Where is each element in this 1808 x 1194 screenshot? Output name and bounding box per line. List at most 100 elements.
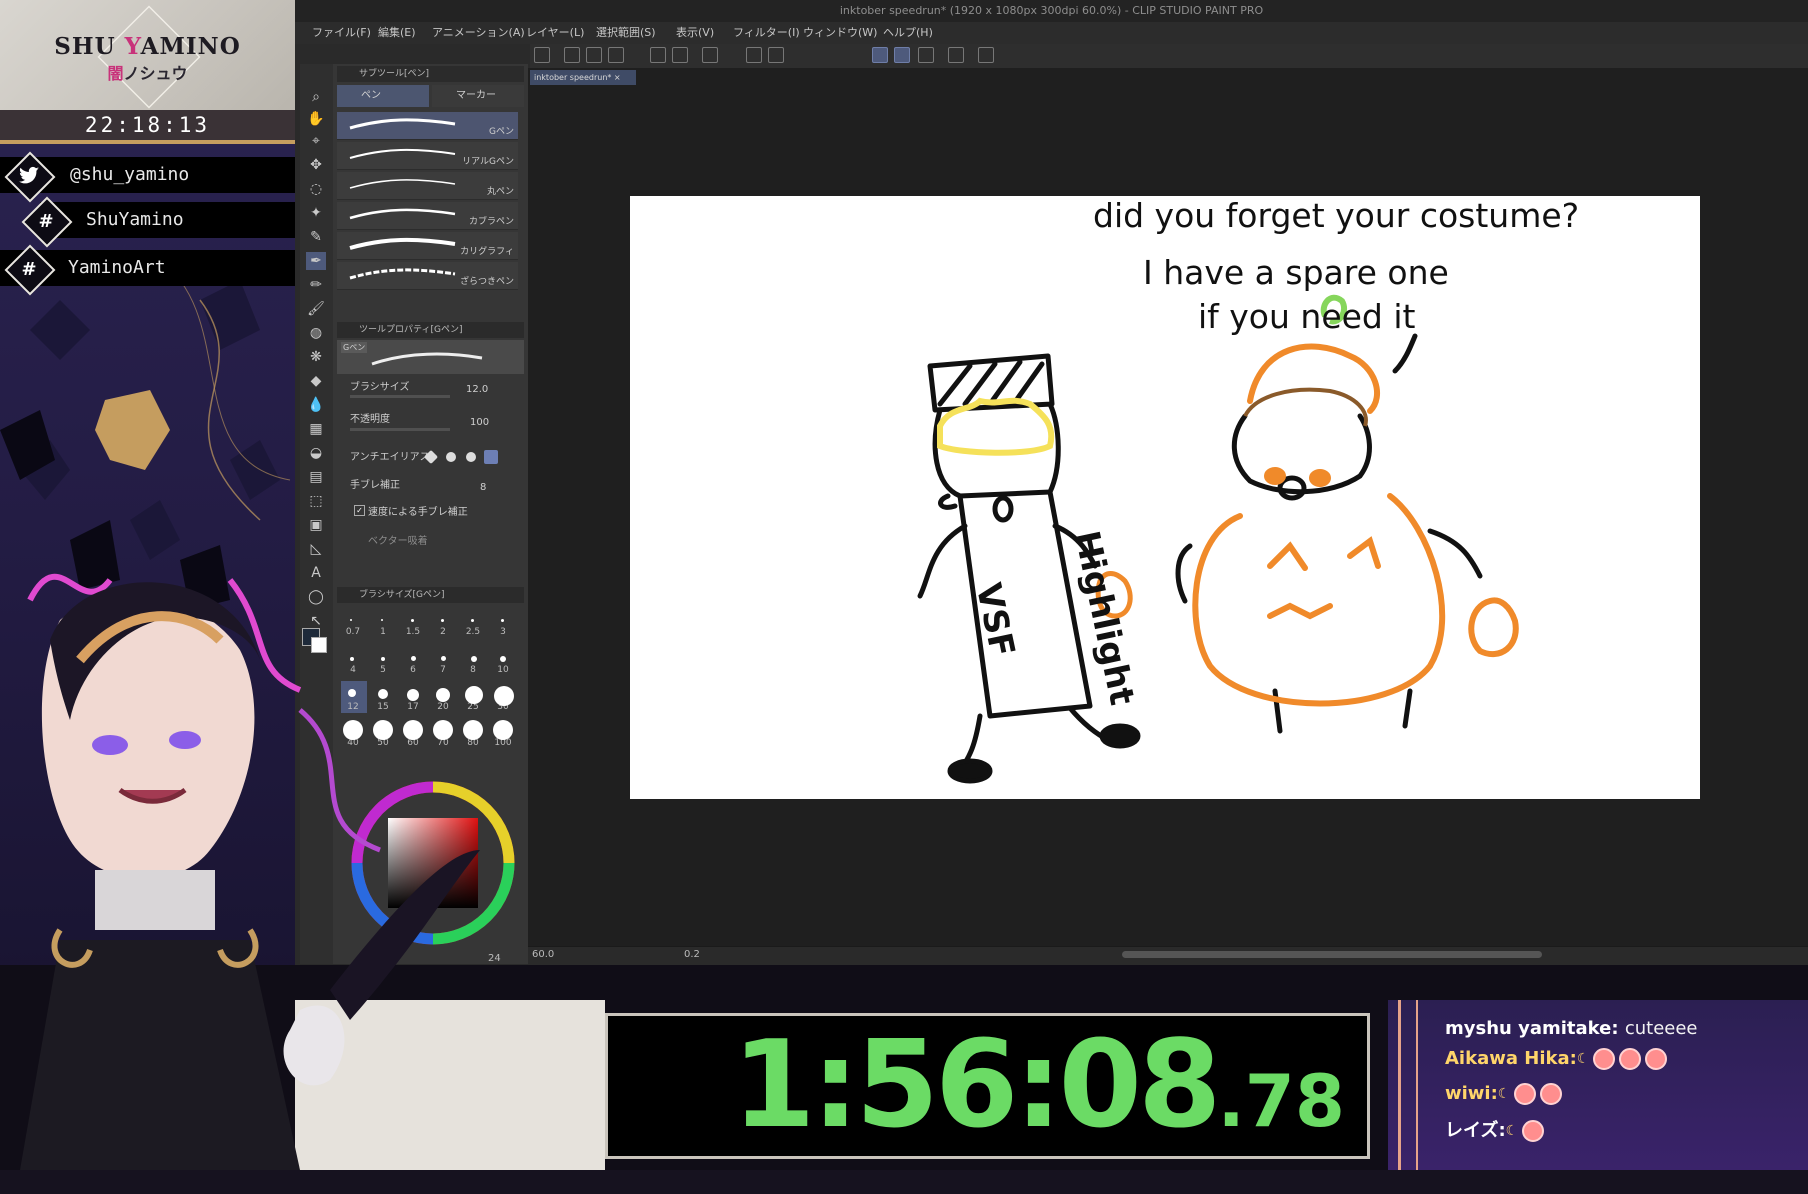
brush-stroke-preview [349,148,456,159]
antialias-selector[interactable] [423,449,506,465]
hand-icon[interactable]: ✋ [306,110,326,128]
moon-badge-icon: ☾ [1497,1086,1511,1102]
menu-edit[interactable]: 編集(E) [378,22,416,44]
property-label-brush-size: ブラシサイズ [350,382,410,393]
blend-icon[interactable]: 💧 [306,396,326,414]
save-icon[interactable] [608,47,624,63]
undo-icon[interactable] [650,47,666,63]
redo-icon[interactable] [672,47,688,63]
zoom-icon[interactable]: ⌕ [306,88,326,106]
tool-property-header: ツールプロパティ[Gペン] [337,322,524,338]
menu-selection[interactable]: 選択範囲(S) [596,22,656,44]
menu-animation[interactable]: アニメーション(A) [432,22,525,44]
peach-emote-icon [1645,1048,1668,1070]
speech-line-3: if you need it [1198,297,1416,336]
peach-emote-icon [1522,1120,1545,1142]
snap-grid-icon[interactable] [894,47,910,63]
bucket-icon[interactable]: ◒ [306,444,326,462]
pencil-icon[interactable]: ✏ [306,276,326,294]
object-icon[interactable]: ⌖ [306,132,326,150]
menu-help[interactable]: ヘルプ(H) [883,22,933,44]
timer-readout: 1:56:08.78 [605,1013,1345,1159]
property-label-antialias: アンチエイリアス [350,452,430,463]
menu-file[interactable]: ファイル(F) [312,22,371,44]
clock-accent-line [0,140,295,144]
brush-real-g-pen[interactable]: リアルGペン [337,142,518,170]
property-label-stabilization: 手ブレ補正 [350,480,400,491]
timer-main: 1:56:08 [731,1016,1221,1155]
fill-tool-icon[interactable]: ▦ [306,420,326,438]
transform-icon[interactable] [768,47,784,63]
peach-emote-icon [1619,1048,1642,1070]
snap-ruler-icon[interactable] [872,47,888,63]
brush-rough-pen[interactable]: ざらつきペン [337,262,518,290]
fill-icon[interactable] [746,47,762,63]
eraser-icon[interactable]: ◆ [306,372,326,390]
subtool-header: サブツール[ペン] [337,66,524,82]
command-bar [530,44,1808,69]
property-value-opacity[interactable]: 100 [470,417,489,428]
horizontal-scrollbar[interactable] [1122,951,1542,958]
social-hashtag-yaminoart: YaminoArt [68,257,166,278]
document-tab[interactable]: inktober speedrun* × [530,70,636,85]
chat-message: wiwi:☾ [1445,1083,1563,1105]
twitter-bird-icon [19,166,39,184]
brush-round-pen[interactable]: 丸ペン [337,172,518,200]
brush-stroke-preview [349,179,456,189]
chat-message: myshu yamitake: cuteeee [1445,1018,1698,1039]
zoom-readout[interactable]: 60.0 [532,946,554,964]
tab-marker[interactable]: マーカー [432,85,524,107]
peach-emote-icon [1593,1048,1616,1070]
menu-layer[interactable]: レイヤー(L) [526,22,584,44]
brush-calligraphy[interactable]: カリグラフィ [337,232,518,260]
social-hashtag-shuyamino: ShuYamino [86,209,184,230]
opacity-slider[interactable] [350,428,450,431]
tab-pen[interactable]: ペン [337,85,429,107]
property-label-opacity: 不透明度 [350,414,390,425]
brush-kabura-pen[interactable]: カブラペン [337,202,518,230]
decoration-icon[interactable]: ❋ [306,348,326,366]
clip-studio-icon[interactable] [534,47,550,63]
menu-window[interactable]: ウィンドウ(W) [803,22,877,44]
perspective-icon[interactable] [918,47,934,63]
menu-view[interactable]: 表示(V) [676,22,714,44]
hashtag-icon: # [38,211,54,232]
pen-icon[interactable]: ✒ [306,252,326,270]
brush-name: リアルGペン [462,157,514,167]
moon-badge-icon: ☾ [1505,1123,1519,1139]
gradient-icon[interactable]: ▤ [306,468,326,486]
brush-name: 丸ペン [486,187,514,197]
speed-stabilizer-label: 速度による手ブレ補正 [368,507,468,518]
speed-stabilizer-checkbox[interactable]: ✓ [354,505,365,516]
speech-line-1: did you forget your costume? [1093,196,1580,235]
eyedropper-icon[interactable]: ✎ [306,228,326,246]
airbrush-icon[interactable]: ◍ [306,324,326,342]
streamer-logo-japanese: 闇ノシュウ [107,64,188,83]
settings-icon[interactable] [702,47,718,63]
moon-badge-icon: ☾ [1576,1051,1590,1067]
chat-username: Aikawa Hika: [1445,1048,1577,1069]
brush-icon[interactable]: 🖌 [306,300,326,318]
brush-size-slider[interactable] [350,395,450,398]
new-file-icon[interactable] [564,47,580,63]
menu-filter[interactable]: フィルター(I) [733,22,800,44]
stream-clock: 22:18:13 [84,113,211,137]
brush-name: ざらつきペン [459,277,514,287]
speech-line-2: I have a spare one [1143,253,1449,292]
brush-g-pen[interactable]: Gペン [337,112,518,140]
chat-username: wiwi: [1445,1083,1498,1104]
rotation-readout[interactable]: 0.2 [684,946,700,964]
brush-stroke-preview [349,208,456,220]
chat-message: Aikawa Hika:☾ [1445,1048,1668,1070]
property-value-stabilization[interactable]: 8 [480,482,486,493]
device-icon[interactable] [948,47,964,63]
open-folder-icon[interactable] [586,47,602,63]
magic-wand-icon[interactable]: ✦ [306,204,326,222]
property-value-brush-size[interactable]: 12.0 [466,384,488,395]
move-icon[interactable]: ✥ [306,156,326,174]
figure-icon[interactable]: ⬚ [306,492,326,510]
brush-name: Gペン [489,127,514,137]
brush-stroke-preview [349,268,456,280]
lasso-icon[interactable]: ◌ [306,180,326,198]
help-icon[interactable] [978,47,994,63]
